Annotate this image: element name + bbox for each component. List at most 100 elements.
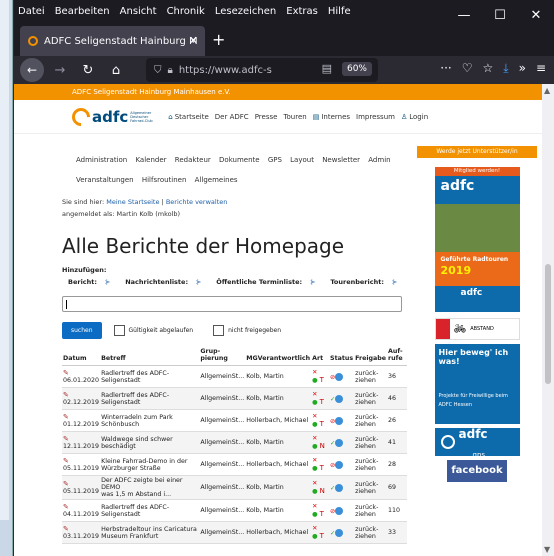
col-gruppierung[interactable]: Grup-pierung	[199, 347, 246, 366]
reload-icon[interactable]: ↻	[76, 63, 100, 78]
row-subject[interactable]: Winterradeln zum Park Schönbusch	[100, 409, 200, 432]
copy-icon[interactable]: ●	[312, 421, 318, 428]
scroll-down-icon[interactable]: ▼	[544, 545, 550, 554]
search-input[interactable]	[62, 296, 402, 312]
delete-x-icon[interactable]: ✕	[312, 413, 317, 420]
nav-internes[interactable]: Internes	[321, 113, 350, 121]
copy-icon[interactable]: ●	[312, 399, 318, 406]
row-release-link[interactable]: zurück-ziehen	[354, 499, 388, 522]
nav-impressum[interactable]: Impressum	[356, 113, 395, 121]
delete-x-icon[interactable]: ✕	[312, 480, 317, 487]
submenu-administration[interactable]: Administration	[76, 156, 127, 164]
close-tab-icon[interactable]: ✕	[189, 34, 198, 47]
nav-touren[interactable]: Touren	[283, 113, 306, 121]
copy-icon[interactable]: ●	[312, 533, 318, 540]
copy-icon[interactable]: ●	[312, 488, 318, 495]
page-scrollbar[interactable]: ▲ ▼	[542, 84, 554, 556]
search-button[interactable]: suchen	[62, 322, 102, 339]
shield-icon[interactable]: ⛉	[154, 65, 162, 76]
edit-pencil-icon[interactable]: ✎	[63, 413, 69, 421]
adfc-logo[interactable]: adfc Allgemeiner Deutscher Fahrrad-Club	[68, 103, 158, 130]
row-subject[interactable]: Radlertreff des ADFC- Seligenstadt	[100, 365, 200, 388]
submenu-hilfsroutinen[interactable]: Hilfsroutinen	[142, 176, 187, 184]
col-datum[interactable]: Datum	[62, 347, 101, 366]
not-released-checkbox[interactable]	[213, 325, 225, 336]
row-subject[interactable]: Waldwege sind schwer beschädigt	[100, 431, 200, 454]
add-tourenbericht-icon[interactable]: ⊱	[392, 278, 397, 286]
adfc-gps-ad[interactable]: adfc gps	[434, 428, 520, 459]
menu-extras[interactable]: Extras	[286, 6, 318, 17]
submenu-admin[interactable]: Admin	[368, 156, 390, 164]
menu-datei[interactable]: Datei	[18, 6, 45, 17]
col-betreff[interactable]: Betreff	[100, 347, 200, 366]
row-subject[interactable]: Radlertreff des ADFC- Seligenstadt	[100, 499, 200, 522]
bookmark-star-icon[interactable]: ☆	[483, 61, 494, 76]
row-release-link[interactable]: zurück-ziehen	[354, 521, 388, 544]
row-subject[interactable]: Der ADFC zeigte bei einer DEMO was 1,5 m …	[100, 475, 200, 500]
copy-icon[interactable]: ●	[312, 377, 318, 384]
edit-pencil-icon[interactable]: ✎	[63, 391, 69, 399]
nav-startseite[interactable]: Startseite	[175, 113, 209, 121]
submenu-gps[interactable]: GPS	[268, 156, 282, 164]
new-tab-icon[interactable]: +	[212, 30, 225, 49]
menu-bearbeiten[interactable]: Bearbeiten	[55, 6, 110, 17]
delete-x-icon[interactable]: ✕	[312, 457, 317, 464]
delete-x-icon[interactable]: ✕	[312, 391, 317, 398]
back-arrow-icon[interactable]: ←	[20, 58, 44, 82]
scrollbar-thumb[interactable]	[545, 264, 551, 384]
copy-icon[interactable]: ●	[312, 443, 318, 450]
submenu-layout[interactable]: Layout	[290, 156, 314, 164]
col-freigabe[interactable]: Freigabe	[354, 347, 388, 366]
row-subject[interactable]: Radlertreff des ADFC- Seligenstadt	[100, 387, 200, 410]
membership-ad[interactable]: Mitglied werden! adfc Geführte Radtouren…	[434, 162, 520, 312]
col-art[interactable]: Art	[311, 347, 330, 366]
add-bericht-icon[interactable]: ⊱	[105, 278, 110, 286]
lock-icon[interactable]: 🔒︎	[168, 65, 173, 76]
facebook-button[interactable]: facebook	[447, 460, 507, 482]
edit-pencil-icon[interactable]: ✎	[63, 457, 69, 465]
row-release-link[interactable]: zurück-ziehen	[354, 475, 388, 500]
pocket-icon[interactable]: ♡	[462, 61, 473, 76]
copy-icon[interactable]: ●	[312, 511, 318, 518]
download-icon[interactable]: ⤓	[503, 61, 508, 76]
menu-lesezeichen[interactable]: Lesezeichen	[215, 6, 276, 17]
row-subject[interactable]: Kleine Fahrrad-Demo in der Würzburger Str…	[100, 453, 200, 476]
submenu-allgemeines[interactable]: Allgemeines	[195, 176, 238, 184]
breadcrumb-current-link[interactable]: Berichte verwalten	[166, 198, 228, 206]
edit-pencil-icon[interactable]: ✎	[63, 503, 69, 511]
delete-x-icon[interactable]: ✕	[312, 503, 317, 510]
nav-der-adfc[interactable]: Der ADFC	[215, 113, 249, 121]
reader-view-icon[interactable]: ▤	[322, 62, 332, 75]
delete-x-icon[interactable]: ✕	[312, 525, 317, 532]
hamburger-menu-icon[interactable]: ≡	[536, 61, 546, 76]
delete-x-icon[interactable]: ✕	[312, 435, 317, 442]
col-verantwortlich[interactable]: MGVerantwortlich	[245, 347, 312, 366]
nav-presse[interactable]: Presse	[255, 113, 278, 121]
more-icon[interactable]: ···	[440, 61, 451, 76]
nav-login[interactable]: Login	[409, 113, 428, 121]
overflow-icon[interactable]: »	[519, 61, 526, 76]
col-aufrufe[interactable]: Auf-rufe	[387, 347, 407, 366]
menu-hilfe[interactable]: Hilfe	[328, 6, 351, 17]
scroll-up-icon[interactable]: ▲	[544, 86, 550, 95]
forward-arrow-icon[interactable]: →	[48, 63, 72, 78]
expired-checkbox[interactable]	[113, 325, 125, 336]
volunteer-ad[interactable]: Hier beweg' ich was! Projekte für Freiwi…	[434, 344, 520, 424]
add-terminliste-icon[interactable]: ⊱	[310, 278, 315, 286]
edit-pencil-icon[interactable]: ✎	[63, 525, 69, 533]
edit-pencil-icon[interactable]: ✎	[63, 369, 69, 377]
menu-ansicht[interactable]: Ansicht	[120, 6, 157, 17]
supporter-banner[interactable]: Werde jetzt Unterstützer/in	[417, 146, 537, 158]
delete-x-icon[interactable]: ✕	[312, 369, 317, 376]
abstand-ad[interactable]: 🚲︎ ABSTAND	[434, 318, 520, 340]
edit-pencil-icon[interactable]: ✎	[63, 435, 69, 443]
row-release-link[interactable]: zurück-ziehen	[354, 387, 388, 410]
copy-icon[interactable]: ●	[312, 465, 318, 472]
row-release-link[interactable]: zurück-ziehen	[354, 409, 388, 432]
add-nachrichtenliste-icon[interactable]: ⊱	[196, 278, 201, 286]
url-bar[interactable]: ⛉ 🔒︎ https://www.adfc-s ▤ 60%	[146, 58, 378, 82]
edit-pencil-icon[interactable]: ✎	[63, 480, 69, 488]
tab-adfc[interactable]: ADFC Seligenstadt Hainburg M ✕	[20, 26, 205, 56]
submenu-newsletter[interactable]: Newsletter	[322, 156, 360, 164]
breadcrumb-home-link[interactable]: Meine Startseite	[106, 198, 159, 206]
